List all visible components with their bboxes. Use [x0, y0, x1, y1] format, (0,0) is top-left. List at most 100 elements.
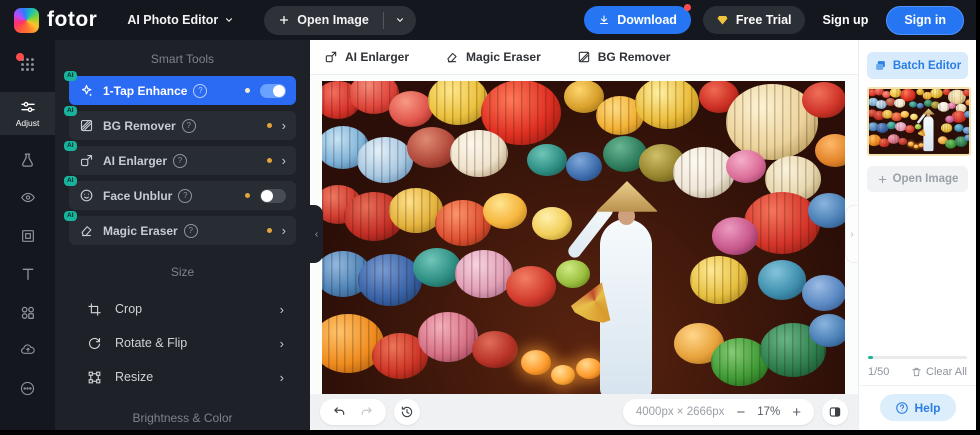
collapse-right-panel-handle[interactable]: › — [845, 205, 858, 263]
image-thumbnail[interactable] — [867, 87, 971, 156]
lantern — [483, 192, 528, 229]
tool-row-bg-remover[interactable]: AI BG Remover ? › — [64, 106, 296, 140]
help-circle-icon[interactable]: ? — [173, 153, 188, 168]
history-clock-icon — [400, 405, 414, 419]
rail-item-effects[interactable] — [0, 190, 55, 205]
help-circle-icon[interactable]: ? — [193, 83, 208, 98]
gem-icon — [716, 14, 729, 26]
chevron-right-icon: › — [281, 153, 286, 168]
tool-row-ai-enlarger[interactable]: AI AI Enlarger ? › — [64, 141, 296, 175]
tool-label: Magic Eraser — [103, 223, 178, 238]
credit-dot — [266, 158, 272, 163]
product-menu[interactable]: AI Photo Editor — [127, 13, 234, 27]
face-icon — [79, 188, 94, 203]
quick-tool-bg-remover[interactable]: BG Remover — [577, 50, 671, 64]
quick-tool-label: BG Remover — [597, 50, 671, 64]
clear-all-button[interactable]: Clear All — [911, 366, 967, 378]
text-icon — [20, 266, 36, 282]
layers-icon — [874, 59, 887, 72]
tool-row-magic-eraser[interactable]: AI Magic Eraser ? › — [64, 211, 296, 245]
tool-row-1-tap-enhance[interactable]: AI 1-Tap Enhance ? — [64, 71, 296, 105]
lantern — [417, 312, 478, 362]
lantern — [910, 113, 918, 121]
help-button[interactable]: Help — [879, 394, 956, 421]
quick-tool-label: AI Enlarger — [345, 50, 410, 64]
collapse-left-panel-handle[interactable]: ‹ — [310, 205, 323, 263]
section-title-size: Size — [170, 265, 195, 279]
rail-item-elements[interactable] — [0, 304, 55, 321]
rail-item-label: Adjust — [15, 118, 40, 128]
help-circle-icon — [894, 401, 908, 415]
download-icon — [598, 14, 610, 26]
compare-button[interactable] — [822, 399, 848, 425]
free-trial-button[interactable]: Free Trial — [702, 6, 805, 34]
lantern — [802, 274, 845, 311]
lantern — [506, 265, 557, 307]
rail-item-apps[interactable] — [0, 53, 55, 73]
help-circle-icon[interactable]: ? — [183, 223, 198, 238]
image-dimensions: 4000px × 2666px — [635, 406, 725, 418]
quick-tool-magic-eraser[interactable]: Magic Eraser — [445, 50, 541, 64]
magic-wand-icon — [79, 83, 94, 98]
undo-button[interactable] — [332, 405, 346, 419]
rail-item-cloud[interactable] — [0, 342, 55, 357]
menu-row-crop[interactable]: Crop › — [75, 295, 300, 323]
zoom-out-button[interactable]: − — [736, 405, 745, 420]
ai-badge: AI — [64, 141, 77, 151]
open-image-dropdown-button[interactable] — [384, 15, 416, 25]
face-unblur-toggle[interactable] — [260, 188, 286, 203]
download-label: Download — [617, 13, 677, 27]
batch-editor-button[interactable]: Batch Editor — [867, 52, 968, 79]
chevron-right-icon: › — [281, 118, 286, 133]
quick-tools-bar: AI Enlarger Magic Eraser BG Remover — [310, 40, 858, 75]
redo-button[interactable] — [360, 405, 374, 419]
lantern — [427, 81, 488, 125]
menu-row-resize[interactable]: Resize › — [75, 363, 300, 391]
bg-remover-icon — [79, 118, 94, 133]
editor-image[interactable] — [322, 81, 845, 397]
ai-badge: AI — [64, 106, 77, 116]
lantern — [388, 91, 433, 128]
lantern — [905, 125, 915, 134]
rail-item-ai-lab[interactable] — [0, 152, 55, 169]
lantern — [690, 256, 749, 304]
credit-dot — [266, 228, 272, 233]
lantern — [758, 260, 807, 300]
history-button[interactable] — [394, 399, 420, 425]
batch-editor-label: Batch Editor — [892, 59, 962, 72]
sign-up-link[interactable]: Sign up — [823, 13, 869, 27]
menu-row-rotate-flip[interactable]: Rotate & Flip › — [75, 329, 300, 357]
lantern — [712, 216, 759, 255]
rail-item-frames[interactable] — [0, 228, 55, 244]
lantern — [556, 259, 591, 288]
eraser-icon — [79, 223, 94, 238]
lantern — [962, 89, 969, 97]
zoom-in-button[interactable]: + — [792, 405, 801, 420]
open-image-button[interactable]: Open Image — [264, 13, 383, 27]
open-image-label: Open Image — [297, 13, 369, 27]
crop-icon — [87, 302, 102, 317]
zoom-pill: 4000px × 2666px − 17% + — [622, 399, 814, 425]
tool-row-face-unblur[interactable]: AI Face Unblur ? — [64, 176, 296, 210]
download-button[interactable]: Download — [584, 4, 691, 34]
help-circle-icon[interactable]: ? — [178, 188, 193, 203]
tool-label: Face Unblur — [103, 188, 173, 203]
woman-figure — [600, 219, 652, 397]
rail-item-adjust[interactable]: Adjust — [0, 92, 55, 135]
credit-dot — [266, 123, 272, 128]
help-circle-icon[interactable]: ? — [181, 118, 196, 133]
panel-open-image-label: Open Image — [892, 173, 959, 185]
notification-dot — [683, 4, 691, 11]
rail-item-text[interactable] — [0, 266, 55, 282]
menu-row-label: Crop — [115, 302, 143, 316]
fotor-logo-text[interactable]: fotor — [47, 8, 97, 32]
panel-open-image-button[interactable]: Open Image — [867, 166, 968, 192]
enhance-toggle[interactable] — [260, 83, 286, 98]
credit-dot — [245, 88, 250, 93]
lantern — [413, 247, 462, 288]
sign-in-button[interactable]: Sign in — [886, 5, 964, 35]
quick-tool-ai-enlarger[interactable]: AI Enlarger — [324, 50, 409, 64]
rail-item-more[interactable] — [0, 380, 55, 397]
shapes-icon — [19, 304, 36, 321]
fotor-logo-icon[interactable] — [14, 7, 39, 33]
